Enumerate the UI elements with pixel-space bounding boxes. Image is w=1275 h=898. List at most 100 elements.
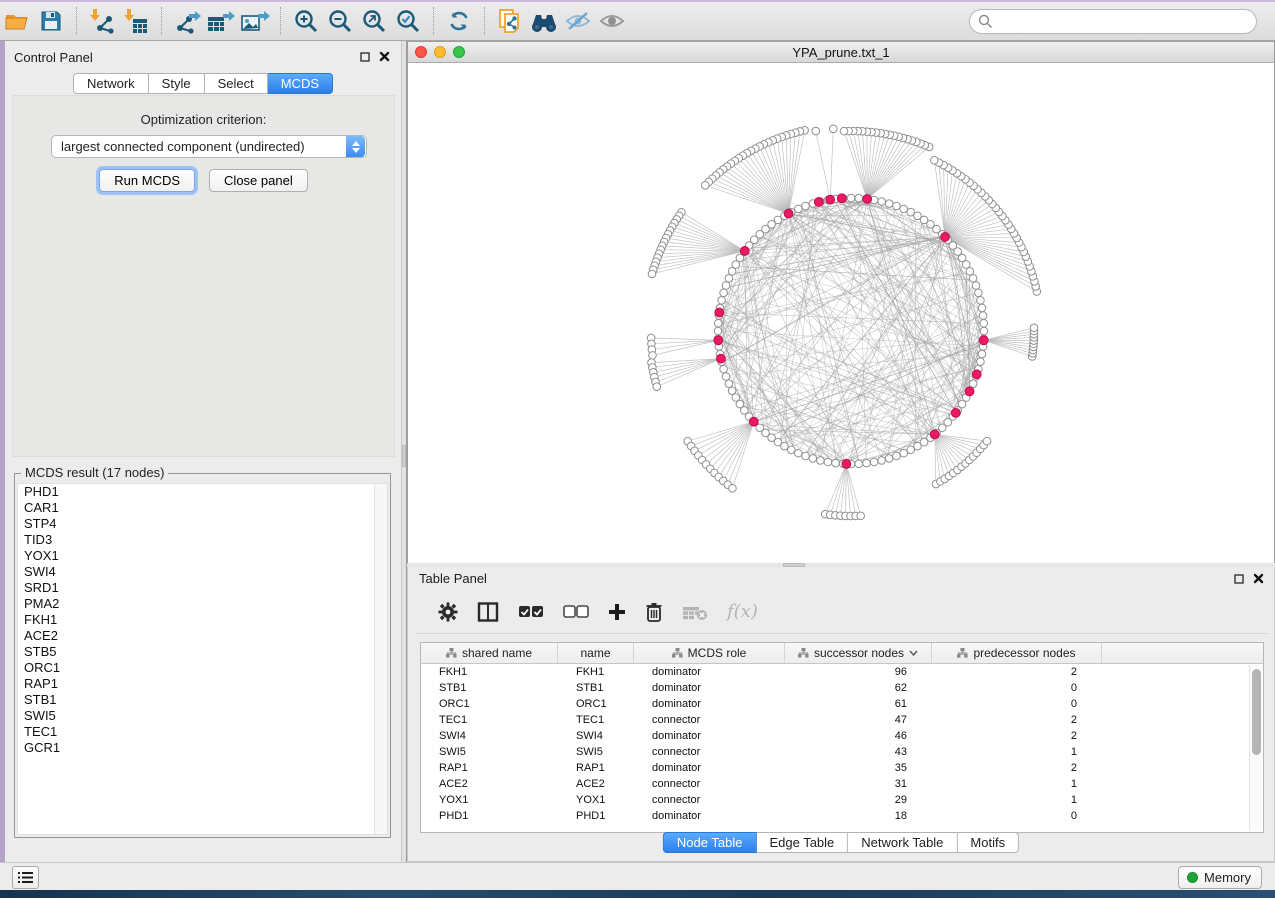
- ring-node[interactable]: [795, 449, 803, 457]
- leaf-node[interactable]: [1030, 324, 1038, 332]
- result-node[interactable]: ACE2: [18, 628, 387, 644]
- ring-node[interactable]: [885, 455, 893, 463]
- zoom-fit-button[interactable]: [357, 6, 391, 36]
- manage-network-copies-button[interactable]: [493, 6, 527, 36]
- splitter-grip[interactable]: [402, 445, 406, 467]
- ring-node[interactable]: [978, 304, 986, 312]
- table-row[interactable]: SWI4SWI4dominator462: [421, 728, 1263, 744]
- optimization-criterion-dropdown[interactable]: largest connected component (undirected): [51, 135, 367, 158]
- table-row[interactable]: ORC1ORC1dominator610: [421, 696, 1263, 712]
- ring-node[interactable]: [885, 200, 893, 208]
- tab-mcds[interactable]: MCDS: [268, 73, 333, 94]
- ring-node[interactable]: [900, 205, 908, 213]
- ring-node[interactable]: [720, 365, 728, 373]
- mcds-hub-node[interactable]: [863, 195, 872, 204]
- network-canvas[interactable]: [408, 63, 1274, 563]
- export-network-button[interactable]: [170, 6, 204, 36]
- mcds-hub-node[interactable]: [784, 209, 793, 218]
- ring-node[interactable]: [728, 268, 736, 276]
- ring-node[interactable]: [863, 459, 871, 467]
- ring-node[interactable]: [972, 282, 980, 290]
- ring-node[interactable]: [878, 198, 886, 206]
- result-node[interactable]: STP4: [18, 516, 387, 532]
- mcds-hub-node[interactable]: [837, 194, 846, 203]
- search-binoculars-button[interactable]: [527, 6, 561, 36]
- ring-node[interactable]: [722, 282, 730, 290]
- tab-select[interactable]: Select: [205, 73, 268, 94]
- result-node[interactable]: STB1: [18, 692, 387, 708]
- ring-node[interactable]: [788, 446, 796, 454]
- show-columns-icon[interactable]: [477, 602, 499, 622]
- panel-menu-button[interactable]: [12, 866, 39, 889]
- table-row[interactable]: RAP1RAP1dominator352: [421, 760, 1263, 776]
- ring-node[interactable]: [714, 319, 722, 327]
- mcds-hub-node[interactable]: [965, 387, 974, 396]
- column-header-MCDS-role[interactable]: MCDS role: [634, 643, 785, 663]
- run-mcds-button[interactable]: Run MCDS: [99, 169, 195, 192]
- ring-node[interactable]: [870, 458, 878, 466]
- mcds-hub-node[interactable]: [714, 336, 723, 345]
- ring-node[interactable]: [809, 455, 817, 463]
- leaf-node[interactable]: [812, 127, 820, 135]
- column-header-predecessor-nodes[interactable]: predecessor nodes: [932, 643, 1102, 663]
- leaf-node[interactable]: [702, 182, 710, 190]
- mcds-hub-node[interactable]: [951, 408, 960, 417]
- ring-node[interactable]: [980, 319, 988, 327]
- mcds-hub-node[interactable]: [930, 430, 939, 439]
- ring-node[interactable]: [980, 327, 988, 335]
- hide-selection-button[interactable]: [561, 6, 595, 36]
- deselect-all-icon[interactable]: [563, 605, 589, 619]
- tab-node-table[interactable]: Node Table: [663, 832, 757, 853]
- mcds-hub-node[interactable]: [715, 308, 724, 317]
- result-list-scrollbar[interactable]: [374, 484, 387, 834]
- network-window-titlebar[interactable]: YPA_prune.txt_1: [408, 42, 1274, 63]
- table-row[interactable]: STB1STB1dominator620: [421, 680, 1263, 696]
- close-panel-icon[interactable]: [1253, 573, 1264, 584]
- mcds-hub-node[interactable]: [814, 198, 823, 207]
- result-node[interactable]: YOX1: [18, 548, 387, 564]
- tab-style[interactable]: Style: [149, 73, 205, 94]
- leaf-node[interactable]: [983, 437, 991, 445]
- table-row[interactable]: YOX1YOX1connector291: [421, 792, 1263, 808]
- import-table-button[interactable]: [119, 6, 153, 36]
- leaf-node[interactable]: [649, 352, 657, 360]
- ring-node[interactable]: [795, 205, 803, 213]
- table-row[interactable]: PHD1PHD1dominator180: [421, 808, 1263, 824]
- result-node[interactable]: PHD1: [18, 484, 387, 500]
- result-node[interactable]: CAR1: [18, 500, 387, 516]
- mcds-result-list[interactable]: PHD1CAR1STP4TID3YOX1SWI4SRD1PMA2FKH1ACE2…: [17, 483, 388, 835]
- add-column-icon[interactable]: [608, 603, 626, 621]
- ring-node[interactable]: [802, 202, 810, 210]
- result-node[interactable]: SWI4: [18, 564, 387, 580]
- export-table-button[interactable]: [204, 6, 238, 36]
- result-node[interactable]: RAP1: [18, 676, 387, 692]
- column-header-successor-nodes[interactable]: successor nodes: [785, 643, 932, 663]
- ring-node[interactable]: [855, 194, 863, 202]
- save-session-button[interactable]: [34, 6, 68, 36]
- ring-node[interactable]: [977, 358, 985, 366]
- result-node[interactable]: TID3: [18, 532, 387, 548]
- ring-node[interactable]: [817, 457, 825, 465]
- ring-node[interactable]: [977, 297, 985, 305]
- tab-motifs[interactable]: Motifs: [957, 832, 1019, 853]
- result-node[interactable]: STB5: [18, 644, 387, 660]
- ring-node[interactable]: [832, 459, 840, 467]
- ring-node[interactable]: [969, 380, 977, 388]
- zoom-out-button[interactable]: [323, 6, 357, 36]
- select-all-icon[interactable]: [518, 605, 544, 619]
- close-panel-button[interactable]: Close panel: [209, 169, 308, 192]
- table-row[interactable]: FKH1FKH1dominator962: [421, 664, 1263, 680]
- ring-node[interactable]: [978, 350, 986, 358]
- mcds-hub-node[interactable]: [740, 247, 749, 256]
- mcds-hub-node[interactable]: [717, 354, 726, 363]
- refresh-button[interactable]: [442, 6, 476, 36]
- leaf-node[interactable]: [930, 156, 938, 164]
- ring-node[interactable]: [979, 312, 987, 320]
- search-input[interactable]: [969, 9, 1257, 34]
- mcds-hub-node[interactable]: [749, 417, 758, 426]
- ring-node[interactable]: [802, 452, 810, 460]
- ring-node[interactable]: [720, 289, 728, 297]
- table-scrollbar[interactable]: [1249, 665, 1262, 830]
- result-node[interactable]: GCR1: [18, 740, 387, 756]
- scrollbar-thumb[interactable]: [1252, 669, 1261, 755]
